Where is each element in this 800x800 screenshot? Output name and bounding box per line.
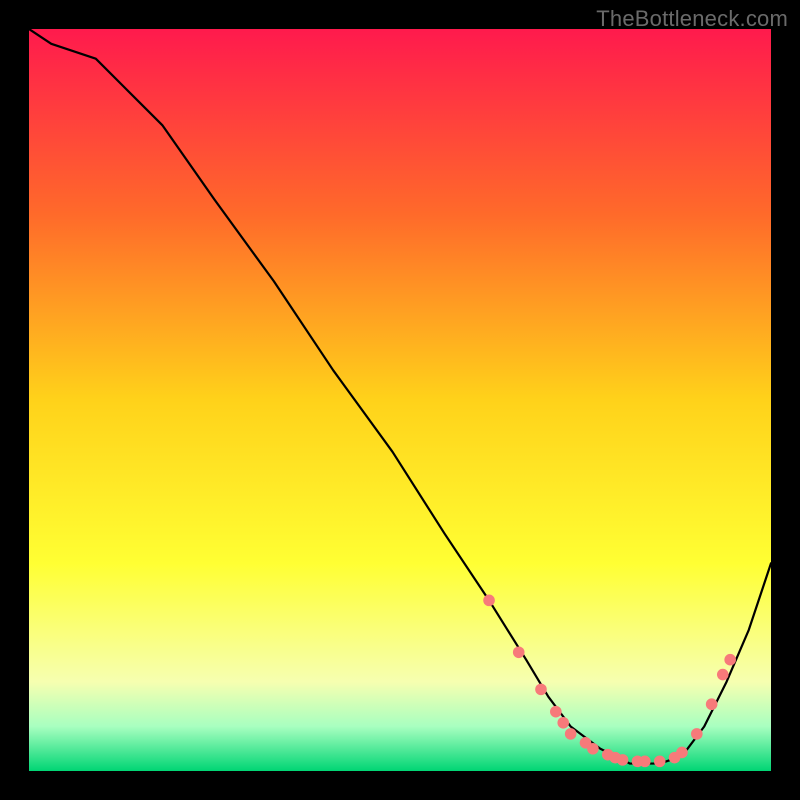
data-marker xyxy=(706,698,718,710)
plot-area xyxy=(29,29,771,771)
data-marker xyxy=(483,595,495,607)
gradient-background xyxy=(29,29,771,771)
data-marker xyxy=(557,717,569,729)
data-marker xyxy=(639,756,651,768)
data-marker xyxy=(691,728,703,740)
data-marker xyxy=(587,743,599,755)
data-marker xyxy=(717,669,729,681)
chart-svg xyxy=(29,29,771,771)
data-marker xyxy=(513,646,525,658)
watermark-text: TheBottleneck.com xyxy=(596,6,788,32)
data-marker xyxy=(654,756,666,768)
data-marker xyxy=(724,654,736,666)
data-marker xyxy=(676,747,688,759)
data-marker xyxy=(617,754,629,766)
data-marker xyxy=(550,706,562,718)
data-marker xyxy=(565,728,577,740)
data-marker xyxy=(535,684,547,696)
chart-frame: TheBottleneck.com xyxy=(0,0,800,800)
